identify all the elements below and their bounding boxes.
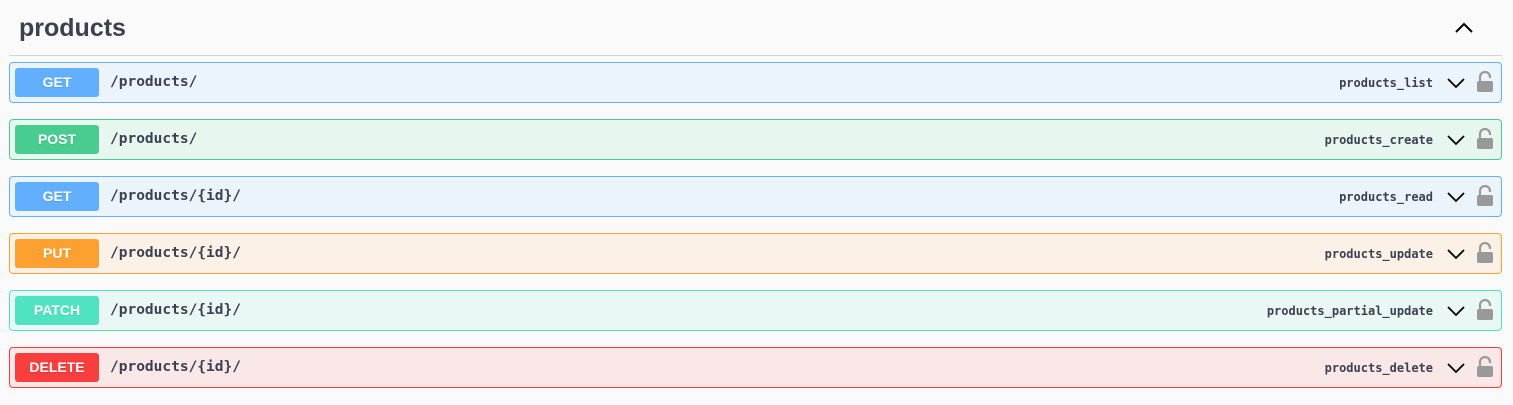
method-badge: GET bbox=[15, 182, 99, 211]
chevron-down-icon[interactable] bbox=[1446, 187, 1466, 207]
operation-row-get-products-list[interactable]: GET /products/ products_list bbox=[9, 62, 1502, 103]
method-badge: POST bbox=[15, 125, 99, 154]
operation-id: products_read bbox=[1339, 190, 1433, 204]
operation-path: /products/{id}/ bbox=[110, 245, 241, 261]
unlocked-padlock-icon[interactable] bbox=[1476, 298, 1494, 321]
chevron-up-icon[interactable] bbox=[1450, 14, 1478, 42]
unlocked-padlock-icon[interactable] bbox=[1476, 241, 1494, 264]
products-section: products GET /products/ products_list PO… bbox=[0, 0, 1513, 405]
method-badge: PATCH bbox=[15, 296, 99, 325]
operation-row-post-products-create[interactable]: POST /products/ products_create bbox=[9, 119, 1502, 160]
unlocked-padlock-icon[interactable] bbox=[1476, 127, 1494, 150]
method-badge: GET bbox=[15, 68, 99, 97]
operations-list: GET /products/ products_list POST /produ… bbox=[9, 62, 1502, 404]
operation-row-patch-products-partial-update[interactable]: PATCH /products/{id}/ products_partial_u… bbox=[9, 290, 1502, 331]
operation-path: /products/{id}/ bbox=[110, 302, 241, 318]
method-badge: DELETE bbox=[15, 353, 99, 382]
operation-path: /products/ bbox=[110, 131, 198, 147]
chevron-down-icon[interactable] bbox=[1446, 358, 1466, 378]
chevron-down-icon[interactable] bbox=[1446, 301, 1466, 321]
operation-id: products_delete bbox=[1324, 361, 1433, 375]
operation-id: products_list bbox=[1339, 76, 1433, 90]
unlocked-padlock-icon[interactable] bbox=[1476, 355, 1494, 378]
operation-path: /products/ bbox=[110, 74, 198, 90]
operation-id: products_update bbox=[1324, 247, 1433, 261]
operation-id: products_partial_update bbox=[1266, 304, 1433, 318]
unlocked-padlock-icon[interactable] bbox=[1476, 184, 1494, 207]
chevron-down-icon[interactable] bbox=[1446, 130, 1466, 150]
operation-id: products_create bbox=[1324, 133, 1433, 147]
operation-path: /products/{id}/ bbox=[110, 359, 241, 375]
chevron-down-icon[interactable] bbox=[1446, 73, 1466, 93]
section-header[interactable]: products bbox=[9, 0, 1502, 56]
operation-row-get-products-read[interactable]: GET /products/{id}/ products_read bbox=[9, 176, 1502, 217]
operation-row-put-products-update[interactable]: PUT /products/{id}/ products_update bbox=[9, 233, 1502, 274]
section-title: products bbox=[19, 14, 126, 42]
method-badge: PUT bbox=[15, 239, 99, 268]
operation-row-delete-products-delete[interactable]: DELETE /products/{id}/ products_delete bbox=[9, 347, 1502, 388]
operation-path: /products/{id}/ bbox=[110, 188, 241, 204]
unlocked-padlock-icon[interactable] bbox=[1476, 70, 1494, 93]
chevron-down-icon[interactable] bbox=[1446, 244, 1466, 264]
